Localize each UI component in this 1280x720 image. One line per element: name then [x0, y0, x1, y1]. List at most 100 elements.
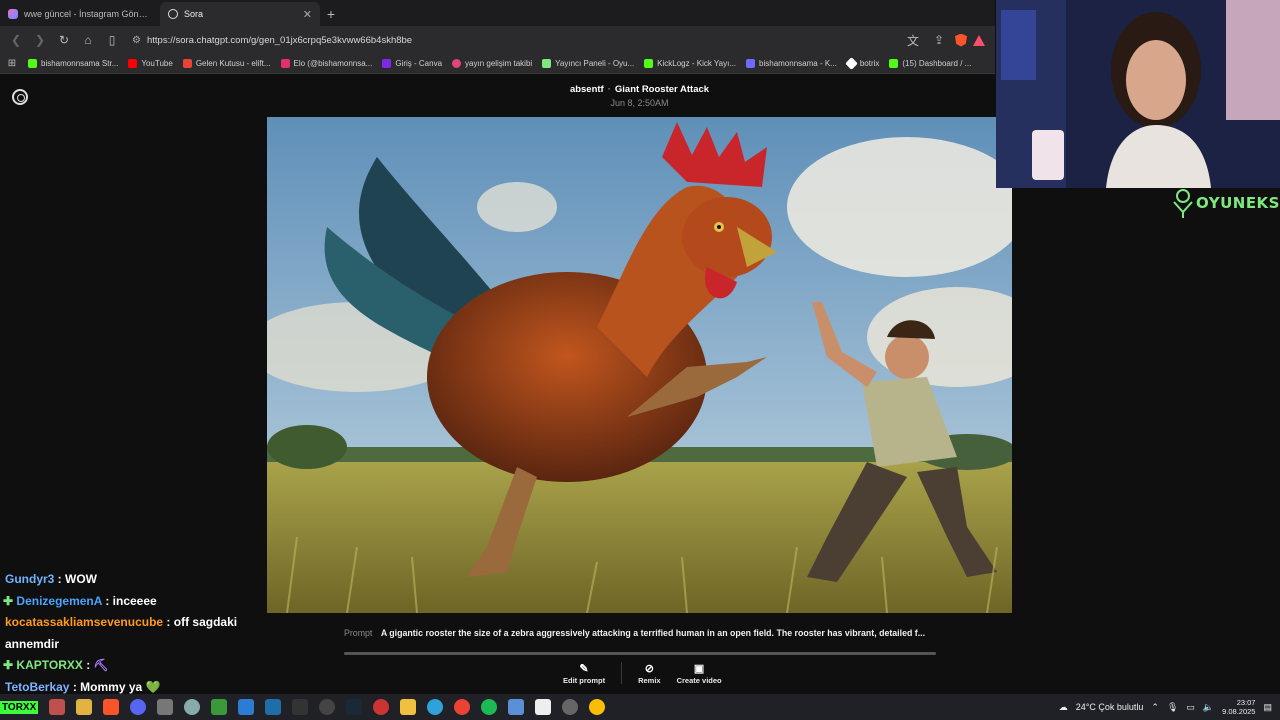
brave-rewards-icon[interactable] — [973, 34, 985, 46]
steam-icon[interactable] — [346, 699, 363, 715]
edge-icon[interactable] — [427, 699, 444, 715]
site-info-icon[interactable]: ⚙ — [132, 35, 141, 46]
openai-logo-icon[interactable] — [12, 89, 28, 105]
address-bar[interactable]: ⚙ https://sora.chatgpt.com/g/gen_01jx6cr… — [126, 30, 899, 50]
app-icon[interactable] — [49, 699, 66, 715]
youtube-icon — [128, 59, 138, 68]
bookmark-item[interactable]: yayın gelişim takibi — [452, 59, 532, 68]
bookmark-item[interactable]: (15) Dashboard / ... — [889, 59, 971, 68]
generation-date: Jun 8, 2:50AM — [610, 98, 669, 108]
forward-icon[interactable]: ❯ — [30, 30, 50, 50]
bookmark-item[interactable]: botrix — [844, 57, 880, 70]
oyuneks-logo-icon — [1173, 189, 1193, 218]
stream-chat: Gundyr3 : WOW ✚ DenizegemenA : inceeee k… — [0, 569, 262, 698]
bookmark-item[interactable]: YouTube — [128, 59, 173, 68]
prompt-text[interactable]: A gigantic rooster the size of a zebra a… — [381, 628, 925, 638]
create-video-label: Create video — [676, 676, 722, 685]
chat-message: kocatassakliamsevenucube : off sagdaki a… — [0, 612, 262, 655]
tab-title: wwe güncel - İnstagram Gönderisi — [24, 9, 152, 19]
chat-text: Mommy ya 💚 — [80, 679, 161, 694]
chrome-icon[interactable] — [454, 699, 471, 715]
weather-icon[interactable]: ☁ — [1059, 702, 1068, 713]
app-circle-icon[interactable] — [562, 699, 579, 715]
instagram-icon — [280, 59, 290, 68]
folder-icon[interactable] — [400, 699, 417, 715]
chat-separator: : — [69, 679, 81, 694]
weather-text[interactable]: 24°C Çok bulutlu — [1076, 702, 1144, 712]
author-line: absentf · Giant Rooster Attack — [267, 84, 1012, 95]
author-name[interactable]: absentf — [570, 84, 604, 95]
windows-taskbar: TORXX ☁ 24°C Çok bulutlu ⌃ 🎙 ▭ 🔈 23:07 9… — [0, 694, 1280, 720]
bookmark-item[interactable]: Gelen Kutusu - elift... — [182, 59, 271, 68]
bookmark-label: (15) Dashboard / ... — [902, 59, 972, 68]
close-tab-icon[interactable]: ✕ — [303, 8, 312, 21]
notion-icon[interactable] — [535, 699, 552, 715]
pen-icon[interactable] — [508, 699, 525, 715]
chat-separator: : — [54, 572, 66, 586]
bookmark-item[interactable]: bishamonnsama - K... — [746, 59, 837, 68]
system-tray: ☁ 24°C Çok bulutlu ⌃ 🎙 ▭ 🔈 23:07 9.08.20… — [1059, 694, 1272, 720]
tab-instagram[interactable]: wwe güncel - İnstagram Gönderisi — [0, 2, 160, 26]
clock-time: 23:07 — [1236, 698, 1256, 707]
navigation-bar: ❮ ❯ ↻ ⌂ ▯ ⚙ https://sora.chatgpt.com/g/g… — [0, 26, 995, 54]
share-icon[interactable]: ⇪ — [929, 30, 949, 50]
brave-browser-icon[interactable] — [103, 699, 120, 715]
botrix-icon — [844, 57, 858, 70]
chat-username: KAPTORXX — [16, 658, 83, 672]
record-icon[interactable] — [373, 699, 390, 715]
network-icon[interactable]: ▭ — [1186, 702, 1195, 713]
scroll-track — [344, 652, 936, 655]
home-icon[interactable]: ⌂ — [78, 30, 98, 50]
game-icon[interactable] — [265, 699, 282, 715]
create-video-button[interactable]: ▣ Create video — [669, 662, 730, 685]
bookmark-label: yayın gelişim takibi — [465, 59, 533, 68]
overlay-label: TORXX — [0, 700, 39, 714]
microphone-icon[interactable]: 🎙 — [1167, 702, 1178, 713]
notification-icon[interactable]: ▤ — [1263, 702, 1272, 713]
discord-icon[interactable] — [130, 699, 147, 715]
printer-icon[interactable] — [157, 699, 174, 715]
chat-separator: : — [101, 593, 113, 608]
brave-shields-icon[interactable] — [955, 33, 967, 47]
settings-icon[interactable] — [184, 699, 201, 715]
chat-username: TetoBerkay — [5, 679, 70, 694]
generation-title: Giant Rooster Attack — [614, 84, 710, 95]
chevron-up-icon[interactable]: ⌃ — [1151, 702, 1159, 713]
tab-title: Sora — [184, 9, 204, 19]
bookmark-item[interactable]: Yayıncı Paneli - Oyu... — [542, 59, 634, 68]
bookmark-label: botrix — [859, 59, 880, 68]
webcam-overlay — [996, 0, 1280, 188]
volume-icon[interactable]: 🔈 — [1203, 702, 1214, 713]
reload-icon[interactable]: ↻ — [54, 30, 74, 50]
file-explorer-icon[interactable] — [76, 699, 93, 715]
bookmark-label: bishamonnsama - K... — [759, 59, 837, 68]
back-icon[interactable]: ❮ — [6, 30, 26, 50]
new-tab-button[interactable]: + — [320, 2, 342, 26]
prompt-row: Prompt A gigantic rooster the size of a … — [344, 628, 936, 638]
translate-icon[interactable]: 文 — [903, 30, 923, 50]
tab-sora[interactable]: Sora ✕ — [160, 2, 320, 26]
sora-favicon-icon — [168, 9, 178, 19]
separator: · — [607, 84, 611, 95]
bookmark-item[interactable]: bishamonnsama Str... — [28, 59, 118, 68]
kick-dashboard-icon — [889, 59, 899, 68]
bookmark-item[interactable]: Elo (@bishamonnsa... — [280, 59, 372, 68]
generated-image[interactable] — [267, 117, 1012, 613]
epic-games-icon[interactable] — [292, 699, 309, 715]
remix-button[interactable]: ⊘ Remix — [630, 662, 669, 685]
edit-prompt-label: Edit prompt — [563, 676, 606, 685]
chat-username: kocatassakliamsevenucube — [5, 615, 164, 629]
spotify-icon[interactable] — [481, 699, 498, 715]
apps-grid-icon[interactable]: ⊞ — [6, 54, 18, 73]
xbox-icon[interactable] — [211, 699, 228, 715]
bookmark-icon[interactable]: ▯ — [102, 30, 122, 50]
pencil-icon: ✎ — [579, 663, 589, 675]
bookmark-item[interactable]: KickLogz - Kick Yayı... — [644, 59, 736, 68]
chrome-alt-icon[interactable] — [589, 699, 606, 715]
store-icon[interactable] — [238, 699, 255, 715]
remix-icon: ⊘ — [644, 663, 654, 675]
edit-prompt-button[interactable]: ✎ Edit prompt — [555, 662, 613, 685]
clock[interactable]: 23:07 9.08.2025 — [1222, 698, 1255, 716]
obs-icon[interactable] — [319, 699, 336, 715]
bookmark-item[interactable]: Giriş - Canva — [382, 59, 442, 68]
